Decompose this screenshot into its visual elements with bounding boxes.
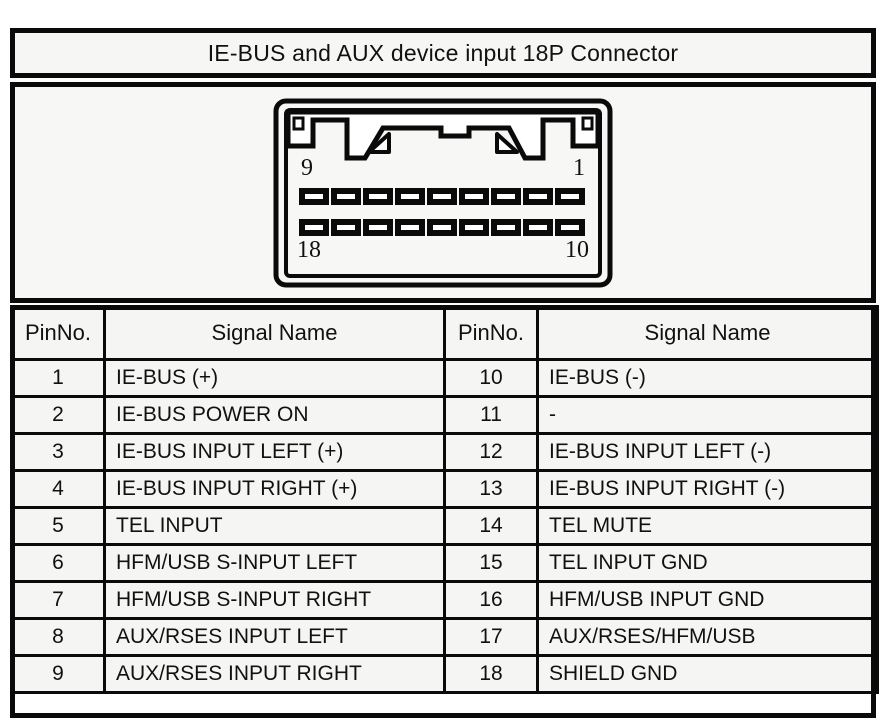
pin-number: 1 (10, 358, 106, 398)
signal-name: HFM/USB INPUT GND (536, 580, 879, 620)
table-row: 7 HFM/USB S-INPUT RIGHT 16 HFM/USB INPUT… (10, 580, 879, 620)
signal-name: IE-BUS INPUT LEFT (+) (103, 432, 446, 472)
table-row: 1 IE-BUS (+) 10 IE-BUS (-) (10, 358, 879, 398)
pin-hole (363, 187, 393, 205)
pin-number: 10 (443, 358, 539, 398)
connector-drawing (273, 98, 613, 287)
connector-key-left (292, 116, 305, 130)
pin-hole (299, 187, 329, 205)
signal-name: IE-BUS (+) (103, 358, 446, 398)
table-row: 2 IE-BUS POWER ON 11 - (10, 395, 879, 435)
pin-number: 14 (443, 506, 539, 546)
pin-hole-row-top (299, 187, 585, 205)
signal-name: HFM/USB S-INPUT LEFT (103, 543, 446, 583)
pin-hole (427, 218, 457, 236)
pin-number: 12 (443, 432, 539, 472)
pin-hole (331, 218, 361, 236)
diagram-pin-label-9: 9 (301, 154, 313, 181)
diagram-pin-label-18: 18 (297, 236, 321, 263)
signal-name: IE-BUS INPUT RIGHT (+) (103, 469, 446, 509)
connector-illustration: 9 1 18 10 (273, 98, 613, 288)
pin-number: 2 (10, 395, 106, 435)
signal-name: TEL INPUT GND (536, 543, 879, 583)
connector-diagram-panel: 9 1 18 10 (10, 82, 876, 303)
pin-hole (395, 187, 425, 205)
diagram-pin-label-10: 10 (565, 236, 589, 263)
header-pin-no-right: PinNo. (443, 305, 539, 361)
pin-hole (523, 187, 553, 205)
signal-name: SHIELD GND (536, 654, 879, 694)
title-bar: IE-BUS and AUX device input 18P Connecto… (10, 28, 876, 78)
table-row: 4 IE-BUS INPUT RIGHT (+) 13 IE-BUS INPUT… (10, 469, 879, 509)
signal-name: AUX/RSES INPUT RIGHT (103, 654, 446, 694)
pin-hole (491, 218, 521, 236)
connector-sheet: IE-BUS and AUX device input 18P Connecto… (10, 28, 879, 718)
connector-key-right (581, 116, 594, 130)
signal-name: AUX/RSES INPUT LEFT (103, 617, 446, 657)
signal-name: IE-BUS POWER ON (103, 395, 446, 435)
signal-name: AUX/RSES/HFM/USB (536, 617, 879, 657)
pin-hole (523, 218, 553, 236)
pin-number: 13 (443, 469, 539, 509)
pin-number: 8 (10, 617, 106, 657)
table-row: 8 AUX/RSES INPUT LEFT 17 AUX/RSES/HFM/US… (10, 617, 879, 657)
pinout-table-body: 1 IE-BUS (+) 10 IE-BUS (-) 2 IE-BUS POWE… (10, 358, 879, 694)
pin-number: 16 (443, 580, 539, 620)
pin-hole (491, 187, 521, 205)
page-title: IE-BUS and AUX device input 18P Connecto… (207, 39, 679, 66)
signal-name: IE-BUS (-) (536, 358, 879, 398)
table-row: 9 AUX/RSES INPUT RIGHT 18 SHIELD GND (10, 654, 879, 694)
table-header-row: PinNo. Signal Name PinNo. Signal Name (10, 305, 879, 361)
pin-number: 15 (443, 543, 539, 583)
pin-hole (555, 187, 585, 205)
pin-number: 5 (10, 506, 106, 546)
signal-name: TEL INPUT (103, 506, 446, 546)
pinout-table: PinNo. Signal Name PinNo. Signal Name 1 … (10, 305, 879, 694)
signal-name: IE-BUS INPUT LEFT (-) (536, 432, 879, 472)
pin-hole (299, 218, 329, 236)
pin-number: 18 (443, 654, 539, 694)
pin-number: 6 (10, 543, 106, 583)
pin-hole-row-bottom (299, 218, 585, 236)
table-row: 3 IE-BUS INPUT LEFT (+) 12 IE-BUS INPUT … (10, 432, 879, 472)
header-signal-name-right: Signal Name (536, 305, 879, 361)
pin-hole (331, 187, 361, 205)
pin-number: 4 (10, 469, 106, 509)
pin-hole (363, 218, 393, 236)
signal-name: TEL MUTE (536, 506, 879, 546)
signal-name: HFM/USB S-INPUT RIGHT (103, 580, 446, 620)
pin-number: 7 (10, 580, 106, 620)
table-row: 6 HFM/USB S-INPUT LEFT 15 TEL INPUT GND (10, 543, 879, 583)
pin-hole (555, 218, 585, 236)
header-pin-no-left: PinNo. (10, 305, 106, 361)
pin-number: 3 (10, 432, 106, 472)
pin-hole (459, 187, 489, 205)
pin-hole (427, 187, 457, 205)
header-signal-name-left: Signal Name (103, 305, 446, 361)
pin-number: 9 (10, 654, 106, 694)
diagram-pin-label-1: 1 (573, 154, 585, 181)
pin-hole (459, 218, 489, 236)
signal-name: IE-BUS INPUT RIGHT (-) (536, 469, 879, 509)
pin-number: 11 (443, 395, 539, 435)
page-root: IE-BUS and AUX device input 18P Connecto… (0, 0, 894, 718)
pin-number: 17 (443, 617, 539, 657)
signal-name: - (536, 395, 879, 435)
pin-hole (395, 218, 425, 236)
table-row: 5 TEL INPUT 14 TEL MUTE (10, 506, 879, 546)
